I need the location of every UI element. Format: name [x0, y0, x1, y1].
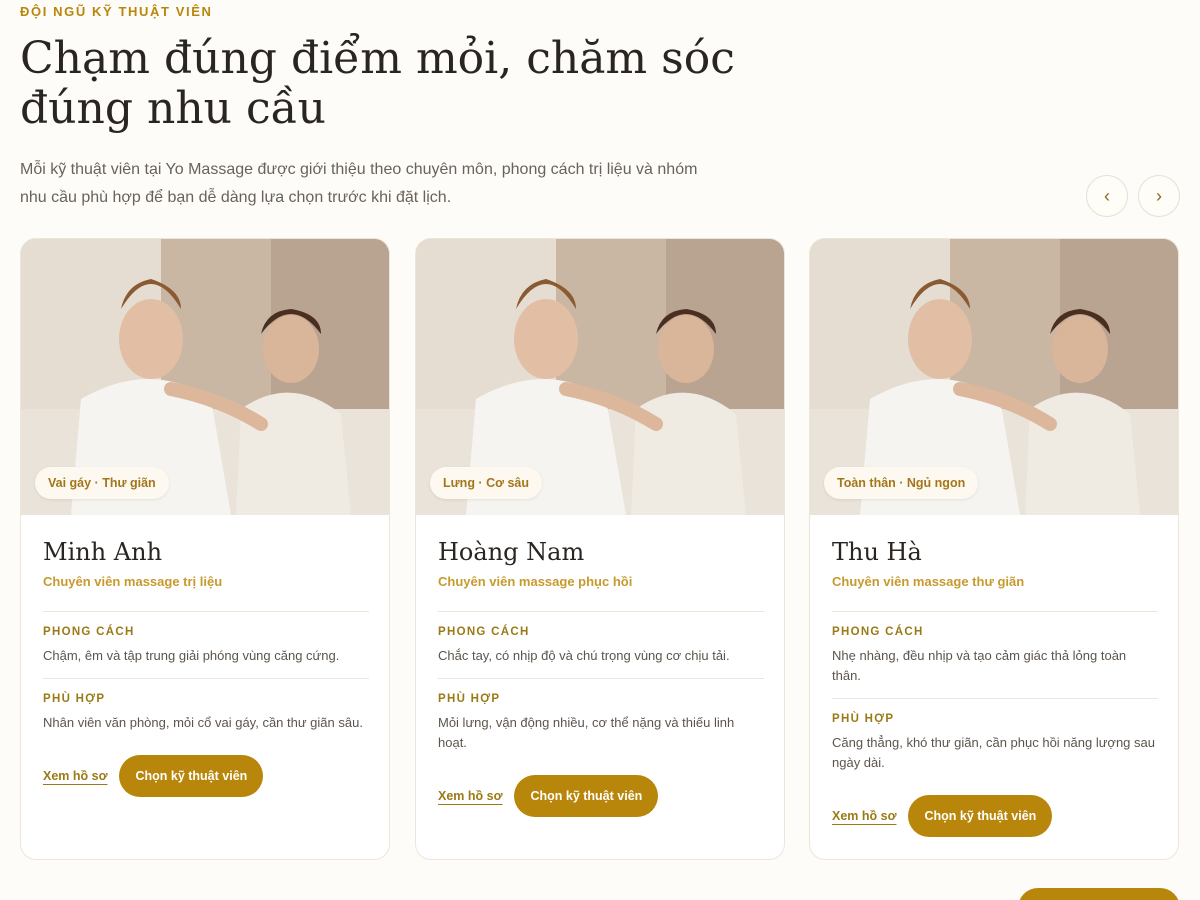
- divider: [438, 611, 764, 612]
- style-text: Nhẹ nhàng, đều nhịp và tạo cảm giác thả …: [832, 648, 1127, 683]
- card-actions: Xem hồ sơ Chọn kỹ thuật viên: [438, 775, 764, 817]
- divider: [438, 678, 764, 679]
- therapist-tag: Lưng · Cơ sâu: [430, 467, 542, 499]
- section-eyebrow: ĐỘI NGŨ KỸ THUẬT VIÊN: [20, 4, 213, 19]
- divider: [832, 698, 1158, 699]
- divider: [43, 678, 369, 679]
- section-title: Chạm đúng điểm mỏi, chăm sóc đúng nhu cầ…: [20, 33, 735, 134]
- divider: [832, 611, 1158, 612]
- chevron-right-icon: ›: [1156, 185, 1162, 206]
- section-intro: Mỗi kỹ thuật viên tại Yo Massage được gi…: [20, 161, 698, 206]
- therapist-tag: Vai gáy · Thư giãn: [35, 467, 169, 499]
- fit-text: Căng thẳng, khó thư giãn, cần phục hồi n…: [832, 735, 1155, 770]
- therapist-card: Vai gáy · Thư giãn Minh Anh Chuyên viên …: [20, 238, 390, 860]
- carousel-prev-button[interactable]: ‹: [1086, 175, 1128, 217]
- view-profile-link[interactable]: Xem hồ sơ: [43, 769, 107, 783]
- view-profile-link[interactable]: Xem hồ sơ: [832, 809, 896, 823]
- floating-action-button[interactable]: [1018, 888, 1180, 900]
- fit-label: PHÙ HỢP: [438, 693, 501, 705]
- card-actions: Xem hồ sơ Chọn kỹ thuật viên: [832, 795, 1158, 837]
- fit-text: Mỏi lưng, vận động nhiều, cơ thể nặng và…: [438, 715, 735, 750]
- chevron-left-icon: ‹: [1104, 185, 1110, 206]
- choose-therapist-button[interactable]: Chọn kỹ thuật viên: [514, 775, 659, 817]
- style-label: PHONG CÁCH: [832, 626, 924, 638]
- therapist-info: Thu Hà Chuyên viên massage thư giãn PHON…: [832, 535, 1158, 837]
- therapist-card: Lưng · Cơ sâu Hoàng Nam Chuyên viên mass…: [415, 238, 785, 860]
- therapist-role: Chuyên viên massage trị liệu: [43, 574, 223, 589]
- therapist-card: Toàn thân · Ngủ ngon Thu Hà Chuyên viên …: [809, 238, 1179, 860]
- divider: [43, 611, 369, 612]
- fit-label: PHÙ HỢP: [43, 693, 106, 705]
- style-text: Chậm, êm và tập trung giải phóng vùng că…: [43, 648, 340, 663]
- fit-text: Nhân viên văn phòng, mỏi cổ vai gáy, cần…: [43, 715, 363, 730]
- therapist-role: Chuyên viên massage phục hồi: [438, 574, 633, 589]
- style-label: PHONG CÁCH: [438, 626, 530, 638]
- therapist-name: Hoàng Nam: [438, 538, 585, 566]
- fit-label: PHÙ HỢP: [832, 713, 895, 725]
- therapist-info: Hoàng Nam Chuyên viên massage phục hồi P…: [438, 535, 764, 817]
- choose-therapist-button[interactable]: Chọn kỹ thuật viên: [119, 755, 264, 797]
- choose-therapist-button[interactable]: Chọn kỹ thuật viên: [908, 795, 1053, 837]
- style-label: PHONG CÁCH: [43, 626, 135, 638]
- view-profile-link[interactable]: Xem hồ sơ: [438, 789, 502, 803]
- style-text: Chắc tay, có nhịp độ và chú trọng vùng c…: [438, 648, 730, 663]
- card-actions: Xem hồ sơ Chọn kỹ thuật viên: [43, 755, 369, 797]
- therapist-role: Chuyên viên massage thư giãn: [832, 574, 1025, 589]
- therapist-name: Thu Hà: [832, 538, 922, 566]
- therapist-tag: Toàn thân · Ngủ ngon: [824, 467, 979, 499]
- therapist-info: Minh Anh Chuyên viên massage trị liệu PH…: [43, 535, 369, 797]
- carousel-next-button[interactable]: ›: [1138, 175, 1180, 217]
- therapist-name: Minh Anh: [43, 538, 163, 566]
